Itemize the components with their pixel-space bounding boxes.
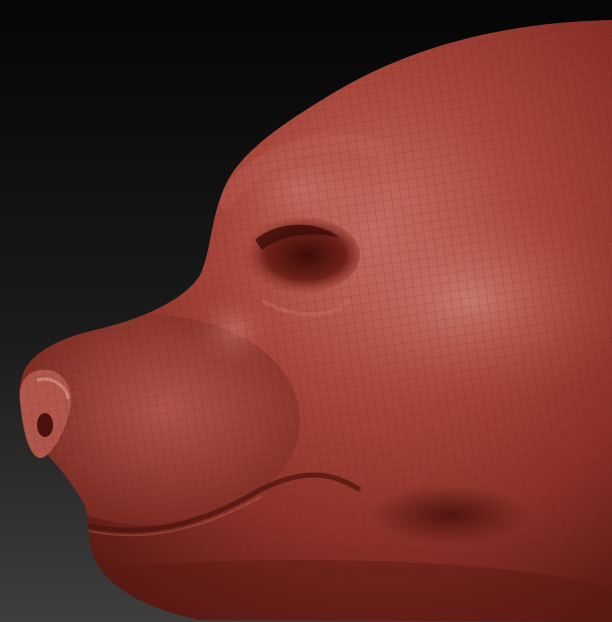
sculpt-render [0,0,612,622]
nose [15,365,80,465]
sculpt-viewport[interactable] [0,0,612,622]
